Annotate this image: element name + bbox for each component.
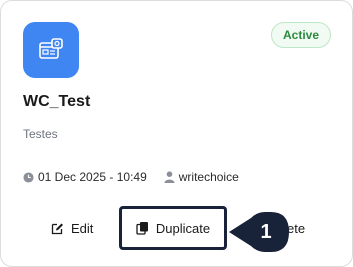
- pencil-icon: [51, 222, 64, 235]
- card-date: 01 Dec 2025 - 10:49: [38, 170, 147, 184]
- duplicate-button[interactable]: Duplicate: [119, 206, 227, 250]
- step-number: 1: [260, 220, 272, 243]
- app-window-icon-graphic: [39, 38, 63, 59]
- user-icon: [164, 171, 175, 183]
- clock-icon: [23, 171, 34, 183]
- card-description: Testes: [23, 127, 58, 141]
- item-card: Active WC_Test Testes 01 Dec 2025 - 10:4…: [0, 0, 353, 267]
- card-title: WC_Test: [23, 93, 91, 110]
- edit-button[interactable]: Edit: [51, 206, 93, 250]
- app-window-icon: [23, 22, 79, 78]
- card-actions: Edit Duplicate ete: [1, 206, 352, 250]
- copy-icon: [136, 221, 149, 235]
- duplicate-label: Duplicate: [155, 220, 211, 236]
- card-author: writechoice: [178, 170, 239, 184]
- edit-label: Edit: [71, 220, 94, 236]
- status-badge: Active: [271, 22, 331, 48]
- card-meta: 01 Dec 2025 - 10:49 writechoice: [23, 170, 239, 184]
